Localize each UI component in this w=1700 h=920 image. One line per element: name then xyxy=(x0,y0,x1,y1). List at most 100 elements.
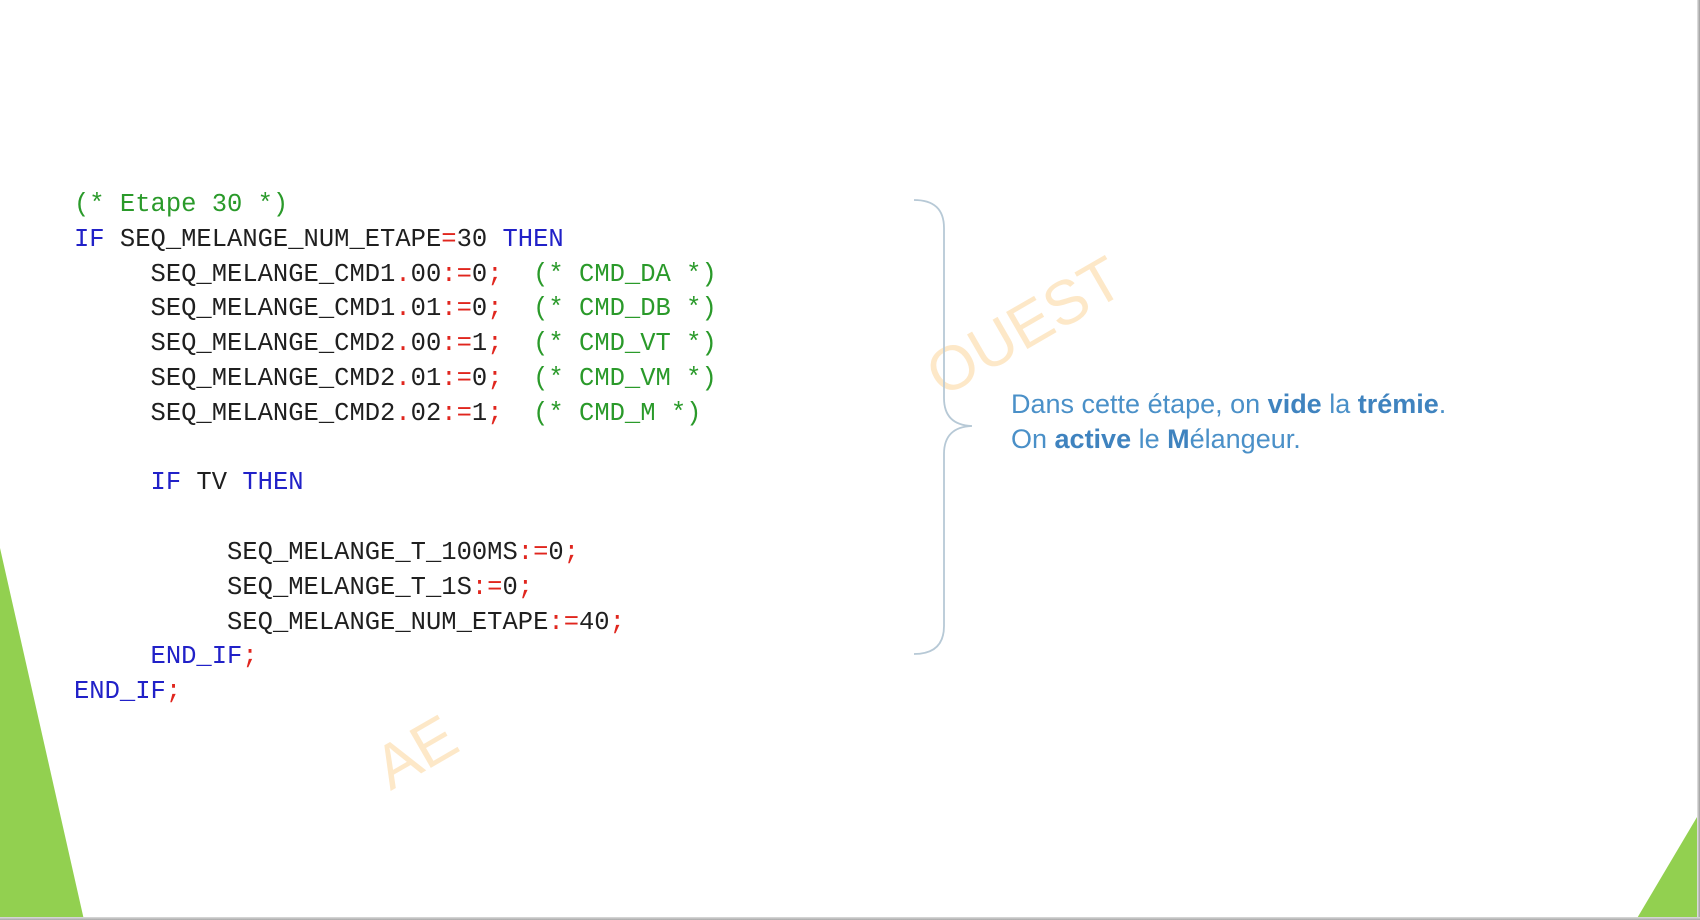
code-line: (* Etape 30 *) xyxy=(74,188,717,223)
code-operator: := xyxy=(441,363,472,393)
code-keyword: THEN xyxy=(502,224,564,254)
code-identifier: SEQ_MELANGE_NUM_ETAPE xyxy=(104,224,442,254)
slide: OUEST AE (* Etape 30 *) IF SEQ_MELANGE_NU… xyxy=(0,0,1700,920)
code-operator: ; xyxy=(487,259,503,289)
code-identifier: 1 xyxy=(471,398,488,428)
code-line: SEQ_MELANGE_T_100MS:=0; xyxy=(74,536,717,571)
annotation-emphasis: vide xyxy=(1267,389,1322,419)
code-comment: (* CMD_VT *) xyxy=(502,329,717,359)
code-operator: ; xyxy=(487,329,503,359)
code-line: END_IF; xyxy=(74,640,717,675)
code-identifier: SEQ_MELANGE_NUM_ETAPE xyxy=(227,607,549,637)
code-identifier: SEQ_MELANGE_CMD2 xyxy=(150,398,396,428)
code-operator: ; xyxy=(242,642,258,672)
code-line: SEQ_MELANGE_CMD2.02:=1; (* CMD_M *) xyxy=(74,397,717,432)
annotation-text-segment: le xyxy=(1131,424,1168,454)
code-line: IF SEQ_MELANGE_NUM_ETAPE=30 THEN xyxy=(74,223,717,258)
annotation-text-segment: la xyxy=(1321,389,1358,419)
code-line: SEQ_MELANGE_CMD2.00:=1; (* CMD_VT *) xyxy=(74,327,717,362)
code-identifier: 40 xyxy=(579,607,610,637)
code-comment: (* CMD_M *) xyxy=(502,398,702,428)
code-identifier: 0 xyxy=(471,294,488,324)
annotation-emphasis: active xyxy=(1054,424,1132,454)
code-operator: := xyxy=(517,537,549,567)
code-line: SEQ_MELANGE_CMD1.00:=0; (* CMD_DA *) xyxy=(74,258,717,293)
code-operator: := xyxy=(441,259,472,289)
code-operator: . xyxy=(395,259,411,289)
code-identifier: 01 xyxy=(410,363,442,393)
code-operator: . xyxy=(395,294,411,324)
annotation-text-segment: . xyxy=(1438,389,1447,419)
watermark-text: AE xyxy=(363,702,470,804)
annotation-emphasis: trémie xyxy=(1357,389,1439,419)
code-operator: := xyxy=(441,329,472,359)
code-line: SEQ_MELANGE_T_1S:=0; xyxy=(74,571,717,606)
code-comment: (* CMD_DA *) xyxy=(502,259,717,289)
code-operator: := xyxy=(471,572,503,602)
code-line: SEQ_MELANGE_NUM_ETAPE:=40; xyxy=(74,606,717,641)
annotation-text: Dans cette étape, on vide la trémie. On … xyxy=(1011,387,1446,457)
code-identifier: SEQ_MELANGE_T_100MS xyxy=(227,537,518,567)
code-identifier: SEQ_MELANGE_CMD2 xyxy=(150,363,396,393)
code-comment: (* CMD_DB *) xyxy=(502,294,717,324)
code-keyword: END_IF xyxy=(74,677,166,707)
code-operator: := xyxy=(441,398,472,428)
code-operator: ; xyxy=(487,363,503,393)
code-identifier: SEQ_MELANGE_T_1S xyxy=(227,572,472,602)
code-line: SEQ_MELANGE_CMD1.01:=0; (* CMD_DB *) xyxy=(74,292,717,327)
code-operator: . xyxy=(395,398,411,428)
code-operator: := xyxy=(441,294,472,324)
code-listing: (* Etape 30 *) IF SEQ_MELANGE_NUM_ETAPE=3… xyxy=(74,188,717,710)
code-identifier: SEQ_MELANGE_CMD1 xyxy=(150,294,396,324)
code-identifier: 01 xyxy=(410,294,442,324)
code-operator: = xyxy=(441,224,457,254)
code-operator: ; xyxy=(487,398,503,428)
code-keyword: THEN xyxy=(242,468,304,498)
annotation-line-2: On active le Mélangeur. xyxy=(1011,422,1446,457)
code-identifier: 00 xyxy=(410,259,442,289)
code-operator: . xyxy=(395,363,411,393)
code-keyword: END_IF xyxy=(150,642,243,672)
code-line: IF TV THEN xyxy=(74,466,717,501)
code-operator: ; xyxy=(487,294,503,324)
annotation-text-segment: On xyxy=(1011,424,1055,454)
code-identifier: 02 xyxy=(410,398,442,428)
code-identifier: 30 xyxy=(456,224,503,254)
annotation-text-segment: élangeur. xyxy=(1189,424,1301,454)
annotation-text-segment: Dans cette étape, on xyxy=(1011,389,1268,419)
code-operator: . xyxy=(395,329,411,359)
code-identifier: 0 xyxy=(471,259,488,289)
code-operator: ; xyxy=(609,607,625,637)
code-keyword: IF xyxy=(74,224,105,254)
code-keyword: IF xyxy=(150,468,182,498)
code-operator: := xyxy=(548,607,579,637)
code-identifier: TV xyxy=(181,468,243,498)
code-identifier: 0 xyxy=(471,363,488,393)
annotation-emphasis: M xyxy=(1167,424,1190,454)
code-operator: ; xyxy=(563,537,580,567)
code-operator: ; xyxy=(517,572,534,602)
code-comment: (* Etape 30 *) xyxy=(74,190,289,219)
annotation-line-1: Dans cette étape, on vide la trémie. xyxy=(1011,387,1446,422)
code-identifier: 1 xyxy=(471,329,488,359)
code-line: SEQ_MELANGE_CMD2.01:=0; (* CMD_VM *) xyxy=(74,362,717,397)
curly-brace xyxy=(913,199,972,655)
right-green-accent xyxy=(1636,812,1700,920)
code-identifier: SEQ_MELANGE_CMD2 xyxy=(150,329,396,359)
code-identifier: 0 xyxy=(502,572,518,602)
code-operator: ; xyxy=(165,677,182,707)
code-line: END_IF; xyxy=(74,675,717,710)
code-identifier: 00 xyxy=(410,329,442,359)
